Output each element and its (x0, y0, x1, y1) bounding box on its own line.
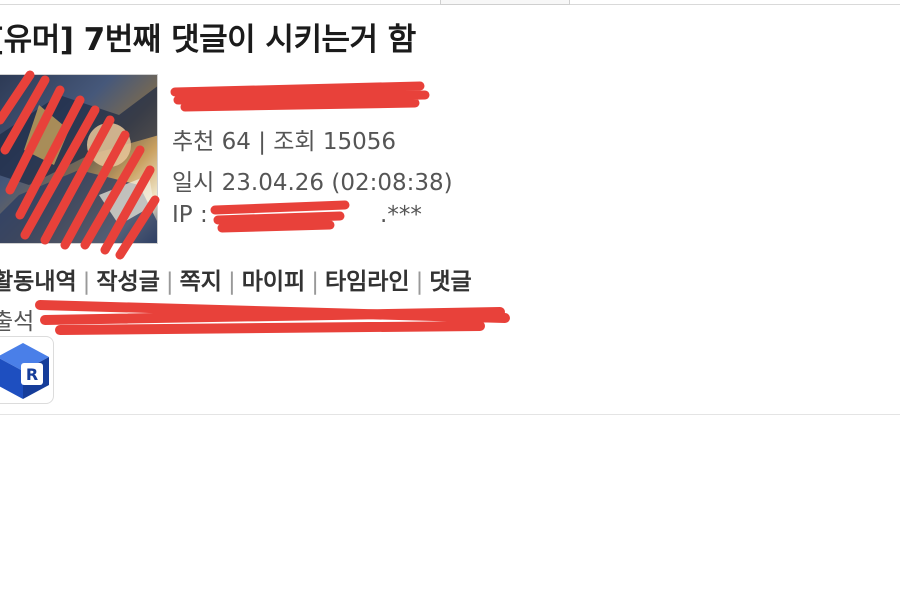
link-comments[interactable]: 댓글 (429, 269, 471, 295)
separator: | (165, 269, 174, 295)
post-date: 일시 23.04.26 (02:08:38) (172, 170, 453, 196)
ip-suffix: .*** (380, 202, 422, 228)
post-title: [유머] 7번째 댓글이 시키는거 함 (0, 22, 416, 58)
profile-links: 활동내역 | 작성글 | 쪽지 | 마이피 | 타임라인 | 댓글 (0, 262, 472, 296)
redaction-attendance (35, 300, 510, 335)
link-activity[interactable]: 활동내역 (0, 269, 77, 295)
link-mypi[interactable]: 마이피 (242, 269, 305, 295)
author-avatar[interactable] (0, 74, 158, 244)
link-posts[interactable]: 작성글 (96, 269, 159, 295)
link-timeline[interactable]: 타임라인 (325, 269, 410, 295)
avatar-image (0, 86, 157, 243)
author-ip: IP : .*** (172, 202, 422, 228)
attendance-label: 출석 (0, 309, 35, 335)
user-badge[interactable]: R (0, 336, 54, 404)
link-message[interactable]: 쪽지 (180, 269, 222, 295)
cube-badge-icon: R (0, 343, 49, 399)
ip-label: IP : (172, 202, 208, 228)
bottom-divider (0, 414, 900, 415)
attendance-row: 출석 (0, 302, 34, 336)
badge-letter: R (26, 365, 38, 384)
separator: | (227, 269, 236, 295)
post-stats: 추천 64 | 조회 15056 (172, 129, 397, 155)
redaction-name (170, 81, 430, 112)
top-tab-stub[interactable] (440, 0, 570, 5)
separator: | (82, 269, 91, 295)
separator: | (415, 269, 424, 295)
separator: | (311, 269, 319, 295)
